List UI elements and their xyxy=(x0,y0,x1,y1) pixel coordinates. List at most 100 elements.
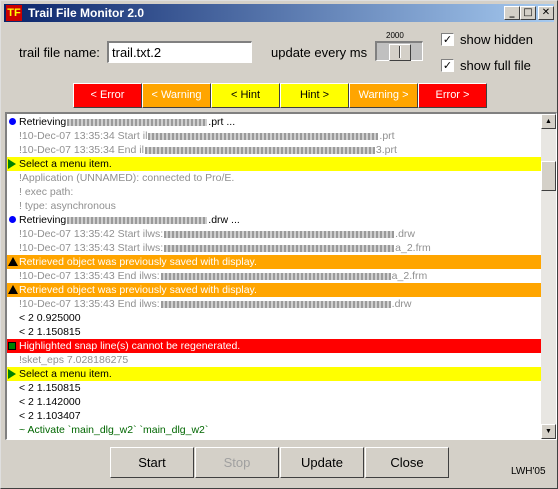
close-window-button[interactable]: ✕ xyxy=(538,6,554,20)
arrow-right-icon xyxy=(8,159,16,169)
log-line-suffix: .drw xyxy=(391,298,412,310)
filter-button-3[interactable]: Hint > xyxy=(280,83,349,108)
update-button[interactable]: Update xyxy=(280,447,364,478)
log-line: !10-Dec-07 13:35:43 Start ilws: a_2.frm xyxy=(7,241,543,255)
update-interval-label: update every ms xyxy=(271,45,368,60)
log-line: Retrieving .drw ... xyxy=(7,213,543,227)
log-line: !Application (UNNAMED): connected to Pro… xyxy=(7,171,543,185)
log-line-suffix: .drw ... xyxy=(208,214,240,226)
log-line: Retrieving .prt ... xyxy=(7,115,543,129)
window-title: Trail File Monitor 2.0 xyxy=(28,6,145,20)
log-line: ~ Activate `main_dlg_w2` `main_dlg_w2` xyxy=(7,423,543,437)
log-line: ! type: asynchronous xyxy=(7,199,543,213)
log-line-text: ! exec path: xyxy=(19,186,74,198)
log-line-text: !10-Dec-07 13:35:43 Start ilws: xyxy=(19,242,164,254)
redacted-path xyxy=(67,216,208,224)
trail-file-input[interactable]: trail.txt.2 xyxy=(107,41,252,63)
log-scrollbar[interactable]: ▲ ▼ xyxy=(541,114,556,439)
log-line-text: !10-Dec-07 13:35:34 End il xyxy=(19,144,144,156)
log-line-text: Retrieved object was previously saved wi… xyxy=(19,284,257,296)
warning-triangle-icon xyxy=(8,285,18,294)
redacted-path xyxy=(164,244,395,252)
update-interval-value: 2000 xyxy=(386,31,404,40)
log-line: < 2 1.150815 xyxy=(7,325,543,339)
redacted-path xyxy=(148,132,379,140)
log-line: < 2 1.103407 xyxy=(7,409,543,423)
log-line-text: Retrieved object was previously saved wi… xyxy=(19,256,257,268)
log-line: !sket_eps 7.028186275 xyxy=(7,353,543,367)
log-line-text: Retrieving xyxy=(19,214,67,226)
log-line: < 2 0.925000 xyxy=(7,311,543,325)
main-window: TF Trail File Monitor 2.0 _ □ ✕ trail fi… xyxy=(0,0,558,489)
show-full-file-label: show full file xyxy=(460,58,531,73)
minimize-button[interactable]: _ xyxy=(504,6,520,20)
log-line-text: !sket_eps 7.028186275 xyxy=(19,354,129,366)
log-line: Highlighted snap line(s) cannot be regen… xyxy=(7,339,543,353)
show-hidden-checkbox[interactable]: ✓ xyxy=(441,33,454,46)
title-bar[interactable]: TF Trail File Monitor 2.0 _ □ ✕ xyxy=(4,4,554,22)
log-line-suffix: .drw xyxy=(395,228,415,240)
log-line: ! exec path: xyxy=(7,185,543,199)
redacted-path xyxy=(67,118,208,126)
log-line-text: ~ Activate `main_dlg_w2` `main_dlg_w2` xyxy=(19,424,209,436)
log-line: Select a menu item. xyxy=(7,367,543,381)
log-line: Retrieved object was previously saved wi… xyxy=(7,283,543,297)
log-line: !10-Dec-07 13:35:34 End il 3.prt xyxy=(7,143,543,157)
log-line-text: !10-Dec-07 13:35:43 End ilws: xyxy=(19,298,160,310)
log-line-text: < 2 1.150815 xyxy=(19,326,81,338)
dot-icon xyxy=(9,216,16,223)
close-button[interactable]: Close xyxy=(365,447,449,478)
log-line: Select a menu item. xyxy=(7,157,543,171)
log-line-suffix: a_2.frm xyxy=(391,270,428,282)
scroll-down-button[interactable]: ▼ xyxy=(541,424,556,439)
maximize-button[interactable]: □ xyxy=(520,6,536,20)
redacted-path xyxy=(160,272,391,280)
log-line-suffix: .prt ... xyxy=(208,116,236,128)
log-line-text: Highlighted snap line(s) cannot be regen… xyxy=(19,340,241,352)
log-line: !10-Dec-07 13:35:43 End ilws: .drw xyxy=(7,297,543,311)
filter-button-2[interactable]: < Hint xyxy=(211,83,280,108)
log-line-text: !10-Dec-07 13:35:42 Start ilws: xyxy=(19,228,164,240)
scroll-thumb[interactable] xyxy=(541,161,556,191)
redacted-path xyxy=(160,300,391,308)
log-line: !10-Dec-07 13:35:43 End ilws: a_2.frm xyxy=(7,269,543,283)
redacted-path xyxy=(144,146,375,154)
redacted-path xyxy=(164,230,395,238)
log-line-text: < 2 1.103407 xyxy=(19,410,81,422)
log-line-text: Select a menu item. xyxy=(19,158,112,170)
start-button[interactable]: Start xyxy=(110,447,194,478)
log-line: !10-Dec-07 13:35:34 Start il .prt xyxy=(7,129,543,143)
log-line: < 2 1.150815 xyxy=(7,381,543,395)
stop-button[interactable]: Stop xyxy=(195,447,279,478)
log-line-suffix: a_2.frm xyxy=(395,242,431,254)
filter-button-1[interactable]: < Warning xyxy=(142,83,211,108)
show-full-file-checkbox[interactable]: ✓ xyxy=(441,59,454,72)
log-view[interactable]: Retrieving .prt ... !10-Dec-07 13:35:34 St… xyxy=(5,112,557,440)
filter-button-5[interactable]: Error > xyxy=(418,83,487,108)
update-interval-slider[interactable] xyxy=(375,41,423,61)
log-line-text: !Application (UNNAMED): connected to Pro… xyxy=(19,172,235,184)
log-line-text: < 2 1.142000 xyxy=(19,396,81,408)
filter-button-4[interactable]: Warning > xyxy=(349,83,418,108)
log-line-text: !10-Dec-07 13:35:34 Start il xyxy=(19,130,148,142)
slider-thumb[interactable] xyxy=(389,44,411,61)
author-signature: LWH'05 xyxy=(511,466,546,477)
log-line: Retrieved object was previously saved wi… xyxy=(7,255,543,269)
log-line-suffix: .prt xyxy=(379,130,395,142)
trail-file-label: trail file name: xyxy=(19,45,100,60)
dot-icon xyxy=(9,118,16,125)
scroll-up-button[interactable]: ▲ xyxy=(541,114,556,129)
log-lines: Retrieving .prt ... !10-Dec-07 13:35:34 St… xyxy=(7,115,543,437)
show-hidden-label: show hidden xyxy=(460,32,533,47)
log-line-text: ! type: asynchronous xyxy=(19,200,116,212)
log-line-text: Select a menu item. xyxy=(19,368,112,380)
app-icon[interactable]: TF xyxy=(6,5,22,21)
arrow-right-icon xyxy=(8,369,16,379)
log-line-text: !10-Dec-07 13:35:43 End ilws: xyxy=(19,270,160,282)
warning-triangle-icon xyxy=(8,257,18,266)
error-icon xyxy=(8,342,16,350)
log-line-text: Retrieving xyxy=(19,116,67,128)
filter-button-0[interactable]: < Error xyxy=(73,83,142,108)
log-line-text: < 2 1.150815 xyxy=(19,382,81,394)
log-line-suffix: 3.prt xyxy=(375,144,397,156)
